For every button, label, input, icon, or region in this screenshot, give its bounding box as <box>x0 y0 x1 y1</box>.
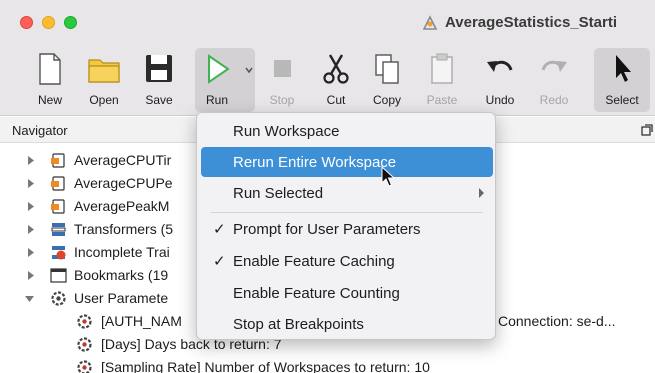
paste-button[interactable]: Paste <box>420 48 464 112</box>
tree-item-label: [Sampling Rate] Number of Workspaces to … <box>101 359 430 373</box>
writer-feature-type-icon <box>51 153 65 168</box>
navigator-title: Navigator <box>12 123 68 138</box>
menu-item-run-selected[interactable]: Run Selected <box>201 178 493 208</box>
menu-separator <box>211 212 483 213</box>
workbench-document-icon <box>422 15 438 30</box>
tree-item-label: Incomplete Trai <box>74 244 170 260</box>
tree-item-label: AverageCPUTir <box>74 152 172 168</box>
clipboard-icon <box>431 53 453 84</box>
title-bar: AverageStatistics_Starti <box>0 0 655 46</box>
tree-item-label: [AUTH_NAM <box>101 313 182 329</box>
disclosure-right-icon[interactable] <box>26 179 35 188</box>
save-label: Save <box>145 93 173 107</box>
checkmark-icon: ✓ <box>213 253 226 270</box>
close-window-button[interactable] <box>20 16 33 29</box>
run-dropdown-menu: Run Workspace Rerun Entire Workspace Run… <box>196 112 496 340</box>
undo-label: Undo <box>485 93 515 107</box>
select-tool-button[interactable]: Select <box>594 48 650 112</box>
copy-icon <box>375 54 399 84</box>
redo-arrow-icon <box>541 60 567 72</box>
open-button[interactable]: Open <box>80 48 128 112</box>
menu-item-enable-feature-counting[interactable]: Enable Feature Counting <box>201 278 493 308</box>
parameter-gear-icon <box>77 314 92 329</box>
redo-button[interactable]: Redo <box>532 48 576 112</box>
menu-item-label: Rerun Entire Workspace <box>233 154 397 171</box>
tree-item-label: Bookmarks (19 <box>74 267 169 283</box>
minimize-window-button[interactable] <box>42 16 55 29</box>
run-button[interactable]: Run <box>195 48 239 112</box>
writer-feature-type-icon <box>51 199 65 214</box>
tree-item-sampling-rate-parameter[interactable]: [Sampling Rate] Number of Workspaces to … <box>0 356 655 373</box>
menu-item-label: Enable Feature Caching <box>233 253 395 270</box>
tree-item-label: AverageCPUPe <box>74 175 173 191</box>
disclosure-down-icon[interactable] <box>25 294 34 303</box>
mouse-pointer-icon <box>381 166 395 187</box>
transformer-icon <box>51 223 66 236</box>
incomplete-transformer-icon <box>52 246 66 260</box>
disclosure-right-icon[interactable] <box>26 156 35 165</box>
parameter-gear-icon <box>77 337 92 352</box>
menu-item-label: Enable Feature Counting <box>233 285 400 302</box>
tree-item-label: AveragePeakM <box>74 198 170 214</box>
disclosure-right-icon[interactable] <box>26 202 35 211</box>
writer-feature-type-icon <box>51 176 65 191</box>
gear-icon <box>51 291 66 306</box>
menu-item-label: Stop at Breakpoints <box>233 316 364 333</box>
scissors-icon <box>323 54 349 84</box>
disclosure-right-icon[interactable] <box>26 225 35 234</box>
menu-item-label: Prompt for User Parameters <box>233 221 421 238</box>
toolbar: New Open Save Run Stop Cut Copy Paste Un… <box>0 46 655 138</box>
undo-arrow-icon <box>487 60 513 72</box>
parameter-gear-icon <box>77 360 92 373</box>
run-label: Run <box>205 93 228 107</box>
undo-button[interactable]: Undo <box>478 48 522 112</box>
stop-button[interactable]: Stop <box>262 48 302 112</box>
stop-label: Stop <box>269 93 295 107</box>
window-title: AverageStatistics_Starti <box>445 14 618 31</box>
save-button[interactable]: Save <box>136 48 182 112</box>
menu-item-prompt-for-user-parameters[interactable]: ✓ Prompt for User Parameters <box>201 214 493 244</box>
menu-item-label: Run Selected <box>233 185 324 202</box>
arrow-pointer-icon <box>616 55 631 82</box>
zoom-window-button[interactable] <box>64 16 77 29</box>
new-document-icon <box>39 53 61 85</box>
tree-item-label: User Paramete <box>74 290 169 306</box>
run-dropdown-chevron-icon[interactable] <box>242 50 256 90</box>
open-label: Open <box>89 93 119 107</box>
folder-icon <box>88 59 120 83</box>
cut-label: Cut <box>326 93 346 107</box>
stop-icon <box>274 60 291 77</box>
cut-button[interactable]: Cut <box>316 48 356 112</box>
bookmark-icon <box>50 268 67 283</box>
menu-item-run-workspace[interactable]: Run Workspace <box>201 116 493 146</box>
redo-label: Redo <box>539 93 569 107</box>
submenu-chevron-right-icon <box>479 188 484 198</box>
tree-item-label: Transformers (5 <box>74 221 174 237</box>
menu-item-enable-feature-caching[interactable]: ✓ Enable Feature Caching <box>201 246 493 276</box>
paste-label: Paste <box>426 93 458 107</box>
checkmark-icon: ✓ <box>213 221 226 238</box>
tree-item-suffix: Connection: se-d... <box>498 313 616 329</box>
copy-button[interactable]: Copy <box>366 48 408 112</box>
disclosure-right-icon[interactable] <box>26 248 35 257</box>
menu-item-rerun-entire-workspace[interactable]: Rerun Entire Workspace <box>201 147 493 177</box>
new-button[interactable]: New <box>28 48 72 112</box>
new-label: New <box>37 93 62 107</box>
menu-item-label: Run Workspace <box>233 123 340 140</box>
copy-label: Copy <box>372 93 401 107</box>
floppy-disk-icon <box>146 55 172 82</box>
float-panel-icon[interactable] <box>640 123 654 137</box>
play-icon <box>208 54 230 84</box>
disclosure-right-icon[interactable] <box>26 271 35 280</box>
menu-item-stop-at-breakpoints[interactable]: Stop at Breakpoints <box>201 309 493 339</box>
select-label: Select <box>605 93 639 107</box>
